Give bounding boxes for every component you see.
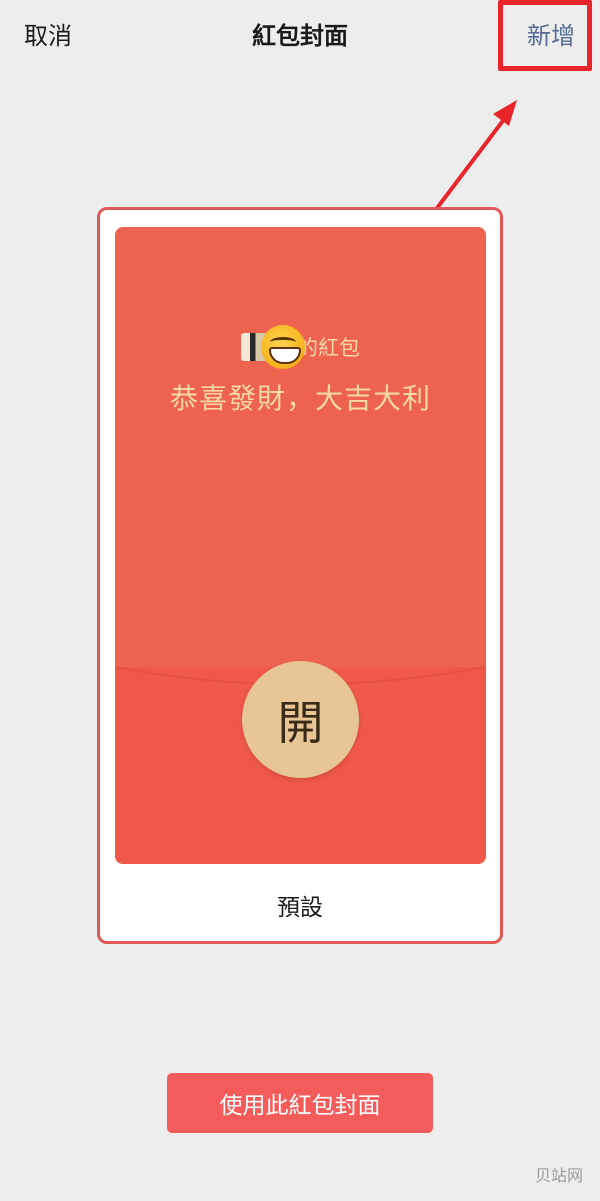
cover-card[interactable]: 的紅包 恭喜發財，大吉大利 開 預設 — [97, 207, 503, 944]
cancel-button[interactable]: 取消 — [24, 16, 72, 51]
open-button[interactable]: 開 — [242, 661, 359, 778]
greeting-text: 恭喜發財，大吉大利 — [169, 382, 431, 415]
page-title: 紅包封面 — [252, 22, 348, 50]
cover-caption: 預設 — [277, 895, 323, 921]
red-envelope-preview[interactable]: 的紅包 恭喜發財，大吉大利 開 — [115, 227, 486, 864]
use-cover-button[interactable]: 使用此紅包封面 — [167, 1073, 433, 1133]
sender-label: 的紅包 — [297, 336, 360, 360]
navigation-bar: 取消 紅包封面 新增 — [0, 0, 600, 70]
sender-row: 的紅包 — [115, 325, 486, 369]
red-envelope-cover-screen: 取消 紅包封面 新增 的紅包 恭喜發財，大吉大利 開 預設 使用此紅包封面 贝站… — [0, 0, 600, 1201]
add-button[interactable]: 新增 — [527, 16, 575, 51]
grinning-emoji-icon — [261, 325, 305, 369]
watermark: 贝站网 — [535, 1166, 584, 1185]
